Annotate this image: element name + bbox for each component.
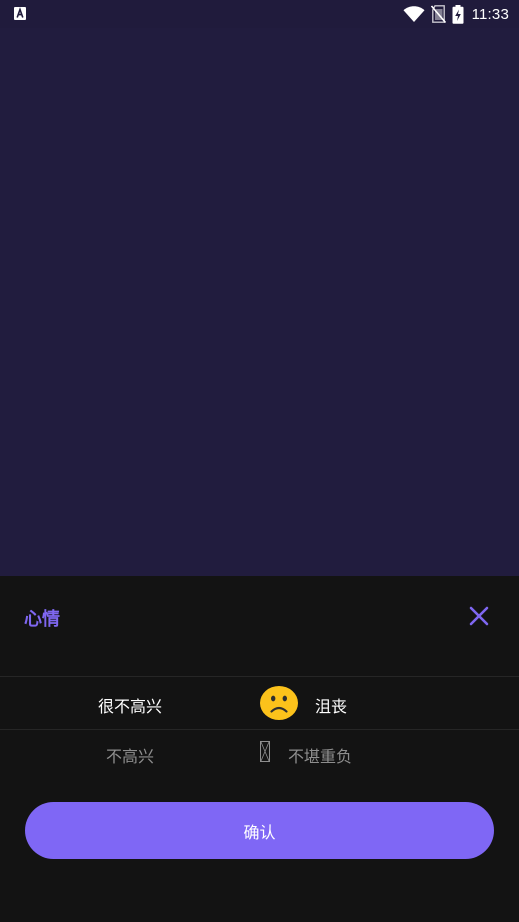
missing-glyph-icon: [260, 741, 270, 762]
battery-charging-icon: [452, 4, 464, 24]
screen: 11:33 心情 很不高兴 沮丧 不高兴 不堪重负 确认: [0, 0, 519, 922]
mood-option-left[interactable]: 不高兴: [106, 743, 154, 767]
status-time: 11:33: [471, 5, 509, 23]
app-a-icon: [14, 7, 26, 20]
status-icons: 11:33: [403, 4, 509, 24]
mood-option-left[interactable]: 很不高兴: [98, 693, 162, 717]
frowning-face-emoji: [260, 686, 298, 720]
wifi-icon: [403, 5, 425, 22]
sheet-title: 心情: [24, 609, 60, 630]
no-sim-icon: [430, 5, 446, 23]
divider-bottom: [0, 729, 519, 730]
mood-option-right[interactable]: 沮丧: [315, 693, 347, 717]
confirm-button[interactable]: 确认: [25, 802, 494, 859]
status-bar: 11:33: [0, 0, 519, 28]
close-button[interactable]: [466, 603, 492, 629]
mood-option-right[interactable]: 不堪重负: [288, 743, 352, 767]
close-icon: [469, 606, 489, 626]
confirm-button-label: 确认: [243, 822, 276, 842]
